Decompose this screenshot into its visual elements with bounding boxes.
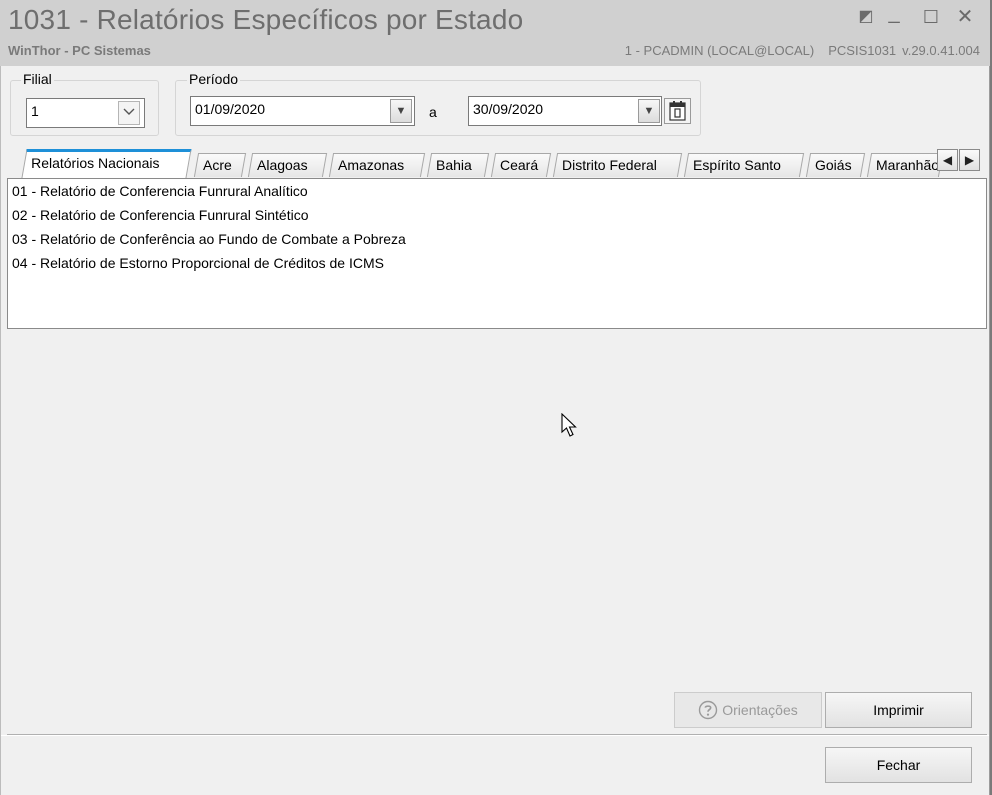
session-info: 1 - PCADMIN (LOCAL@LOCAL) PCSIS1031 v.29.0… — [625, 43, 980, 58]
version-label: v.29.0.41.004 — [902, 43, 980, 58]
date-to-field[interactable]: 30/09/2020 — [468, 96, 662, 126]
list-item[interactable]: 02 - Relatório de Conferencia Funrural S… — [8, 203, 986, 227]
tab-scroll-left-icon[interactable]: ◀ — [937, 149, 958, 171]
date-separator: a — [429, 104, 437, 120]
date-from-dropdown-icon[interactable]: ▼ — [390, 99, 412, 123]
periodo-label: Período — [187, 71, 241, 87]
chevron-down-icon[interactable] — [118, 101, 140, 125]
tab-maranhao[interactable]: Maranhão — [866, 153, 944, 177]
tab-goias[interactable]: Goiás — [805, 153, 866, 177]
date-to-dropdown-icon[interactable]: ▼ — [638, 99, 660, 123]
list-item[interactable]: 04 - Relatório de Estorno Proporcional d… — [8, 251, 986, 275]
tab-alagoas[interactable]: Alagoas — [247, 153, 328, 177]
minimize-icon[interactable]: _ — [882, 2, 906, 24]
window-title: 1031 - Relatórios Específicos por Estado — [8, 4, 524, 35]
mouse-cursor-icon — [561, 413, 577, 437]
state-tabs: Relatórios Nacionais Acre Alagoas Amazon… — [8, 147, 988, 178]
title-bar: 1031 - Relatórios Específicos por Estado… — [0, 0, 992, 66]
tab-espirito-santo[interactable]: Espírito Santo — [683, 153, 805, 177]
tab-distrito-federal[interactable]: Distrito Federal — [552, 153, 683, 177]
report-list[interactable]: 01 - Relatório de Conferencia Funrural A… — [7, 178, 987, 329]
tab-ceara[interactable]: Ceará — [490, 153, 552, 177]
fechar-button[interactable]: Fechar — [825, 747, 972, 783]
fechar-label: Fechar — [876, 757, 921, 773]
filial-label: Filial — [21, 71, 54, 87]
filial-value: 1 — [31, 103, 39, 119]
orientacoes-label: Orientações — [722, 702, 798, 718]
tab-bahia[interactable]: Bahia — [426, 153, 490, 177]
date-from-value: 01/09/2020 — [195, 101, 266, 117]
imprimir-label: Imprimir — [873, 702, 924, 718]
list-item[interactable]: 01 - Relatório de Conferencia Funrural A… — [8, 179, 986, 203]
tab-panel — [7, 329, 987, 735]
imprimir-button[interactable]: Imprimir — [825, 692, 972, 728]
user-label: 1 - PCADMIN (LOCAL@LOCAL) — [624, 43, 815, 58]
tab-acre[interactable]: Acre — [193, 153, 247, 177]
maximize-icon[interactable]: ☐ — [919, 6, 943, 28]
date-to-value: 30/09/2020 — [473, 101, 544, 117]
program-code: PCSIS1031 — [828, 43, 897, 58]
bottom-bar: Fechar — [1, 735, 989, 795]
help-icon — [699, 700, 718, 720]
list-item[interactable]: 03 - Relatório de Conferência ao Fundo d… — [8, 227, 986, 251]
window-content: Filial 1 Período 01/09/2020 ▼ a 30/09/20… — [0, 66, 990, 795]
close-icon[interactable]: ✕ — [953, 6, 977, 28]
tab-amazonas[interactable]: Amazonas — [328, 153, 426, 177]
orientacoes-button[interactable]: Orientações — [674, 692, 822, 728]
restore-icon[interactable]: ◩ — [854, 6, 878, 28]
date-from-field[interactable]: 01/09/2020 — [190, 96, 415, 126]
app-name: WinThor - PC Sistemas — [8, 43, 151, 58]
tab-relatorios-nacionais[interactable]: Relatórios Nacionais — [21, 149, 192, 178]
calendar-icon[interactable] — [664, 98, 691, 124]
tab-scroll-right-icon[interactable]: ▶ — [959, 149, 980, 171]
